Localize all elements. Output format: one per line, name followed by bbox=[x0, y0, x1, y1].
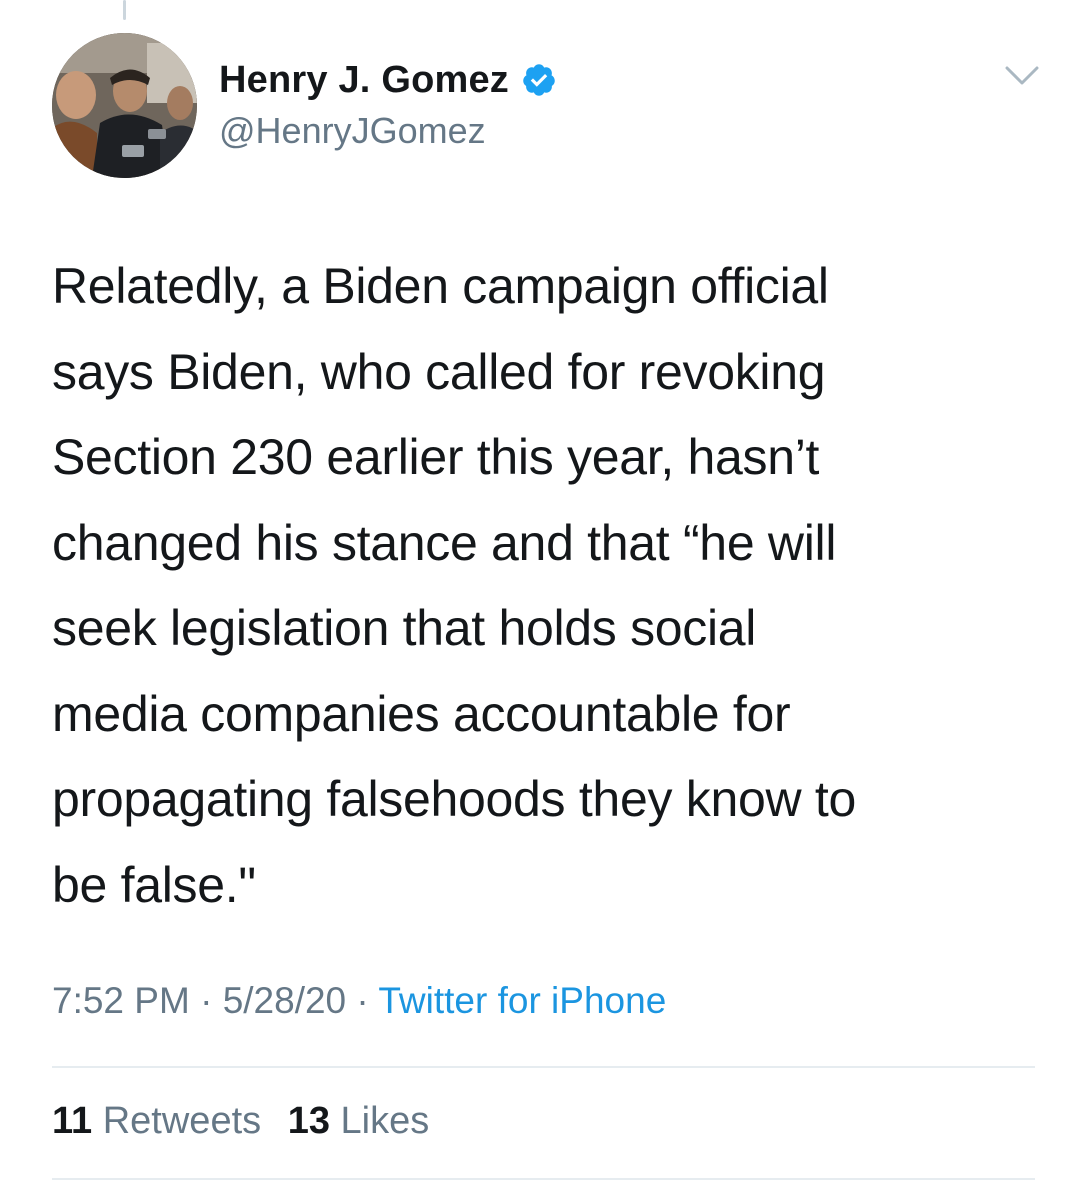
likes-count: 13 bbox=[287, 1100, 330, 1142]
divider bbox=[52, 1066, 1035, 1068]
profile-photo bbox=[52, 33, 197, 178]
avatar[interactable] bbox=[52, 33, 197, 178]
meta-separator: · bbox=[189, 980, 223, 1021]
likes-label: Likes bbox=[340, 1100, 430, 1142]
meta-separator: · bbox=[346, 980, 379, 1021]
retweets-stat[interactable]: 11 Retweets bbox=[52, 1100, 261, 1142]
divider bbox=[52, 1178, 1035, 1180]
author-handle[interactable]: @HenryJGomez bbox=[219, 110, 486, 152]
retweets-label: Retweets bbox=[102, 1100, 262, 1142]
engagement-stats: 11 Retweets 13 Likes bbox=[52, 1100, 445, 1143]
tweet-meta: 7:52 PM · 5/28/20 · Twitter for iPhone bbox=[52, 980, 666, 1022]
likes-stat[interactable]: 13 Likes bbox=[288, 1100, 430, 1142]
author-display-name[interactable]: Henry J. Gomez bbox=[219, 59, 509, 102]
tweet-source-link[interactable]: Twitter for iPhone bbox=[378, 980, 666, 1021]
tweet-text: Relatedly, a Biden campaign official say… bbox=[52, 258, 856, 913]
retweets-count: 11 bbox=[52, 1100, 93, 1142]
chevron-down-icon[interactable] bbox=[1003, 62, 1041, 90]
tweet-time[interactable]: 7:52 PM bbox=[52, 980, 190, 1021]
verified-badge-icon bbox=[523, 64, 555, 96]
author-name-row[interactable]: Henry J. Gomez bbox=[219, 58, 557, 102]
tweet-date[interactable]: 5/28/20 bbox=[223, 980, 346, 1021]
thread-connector-line bbox=[123, 0, 126, 20]
